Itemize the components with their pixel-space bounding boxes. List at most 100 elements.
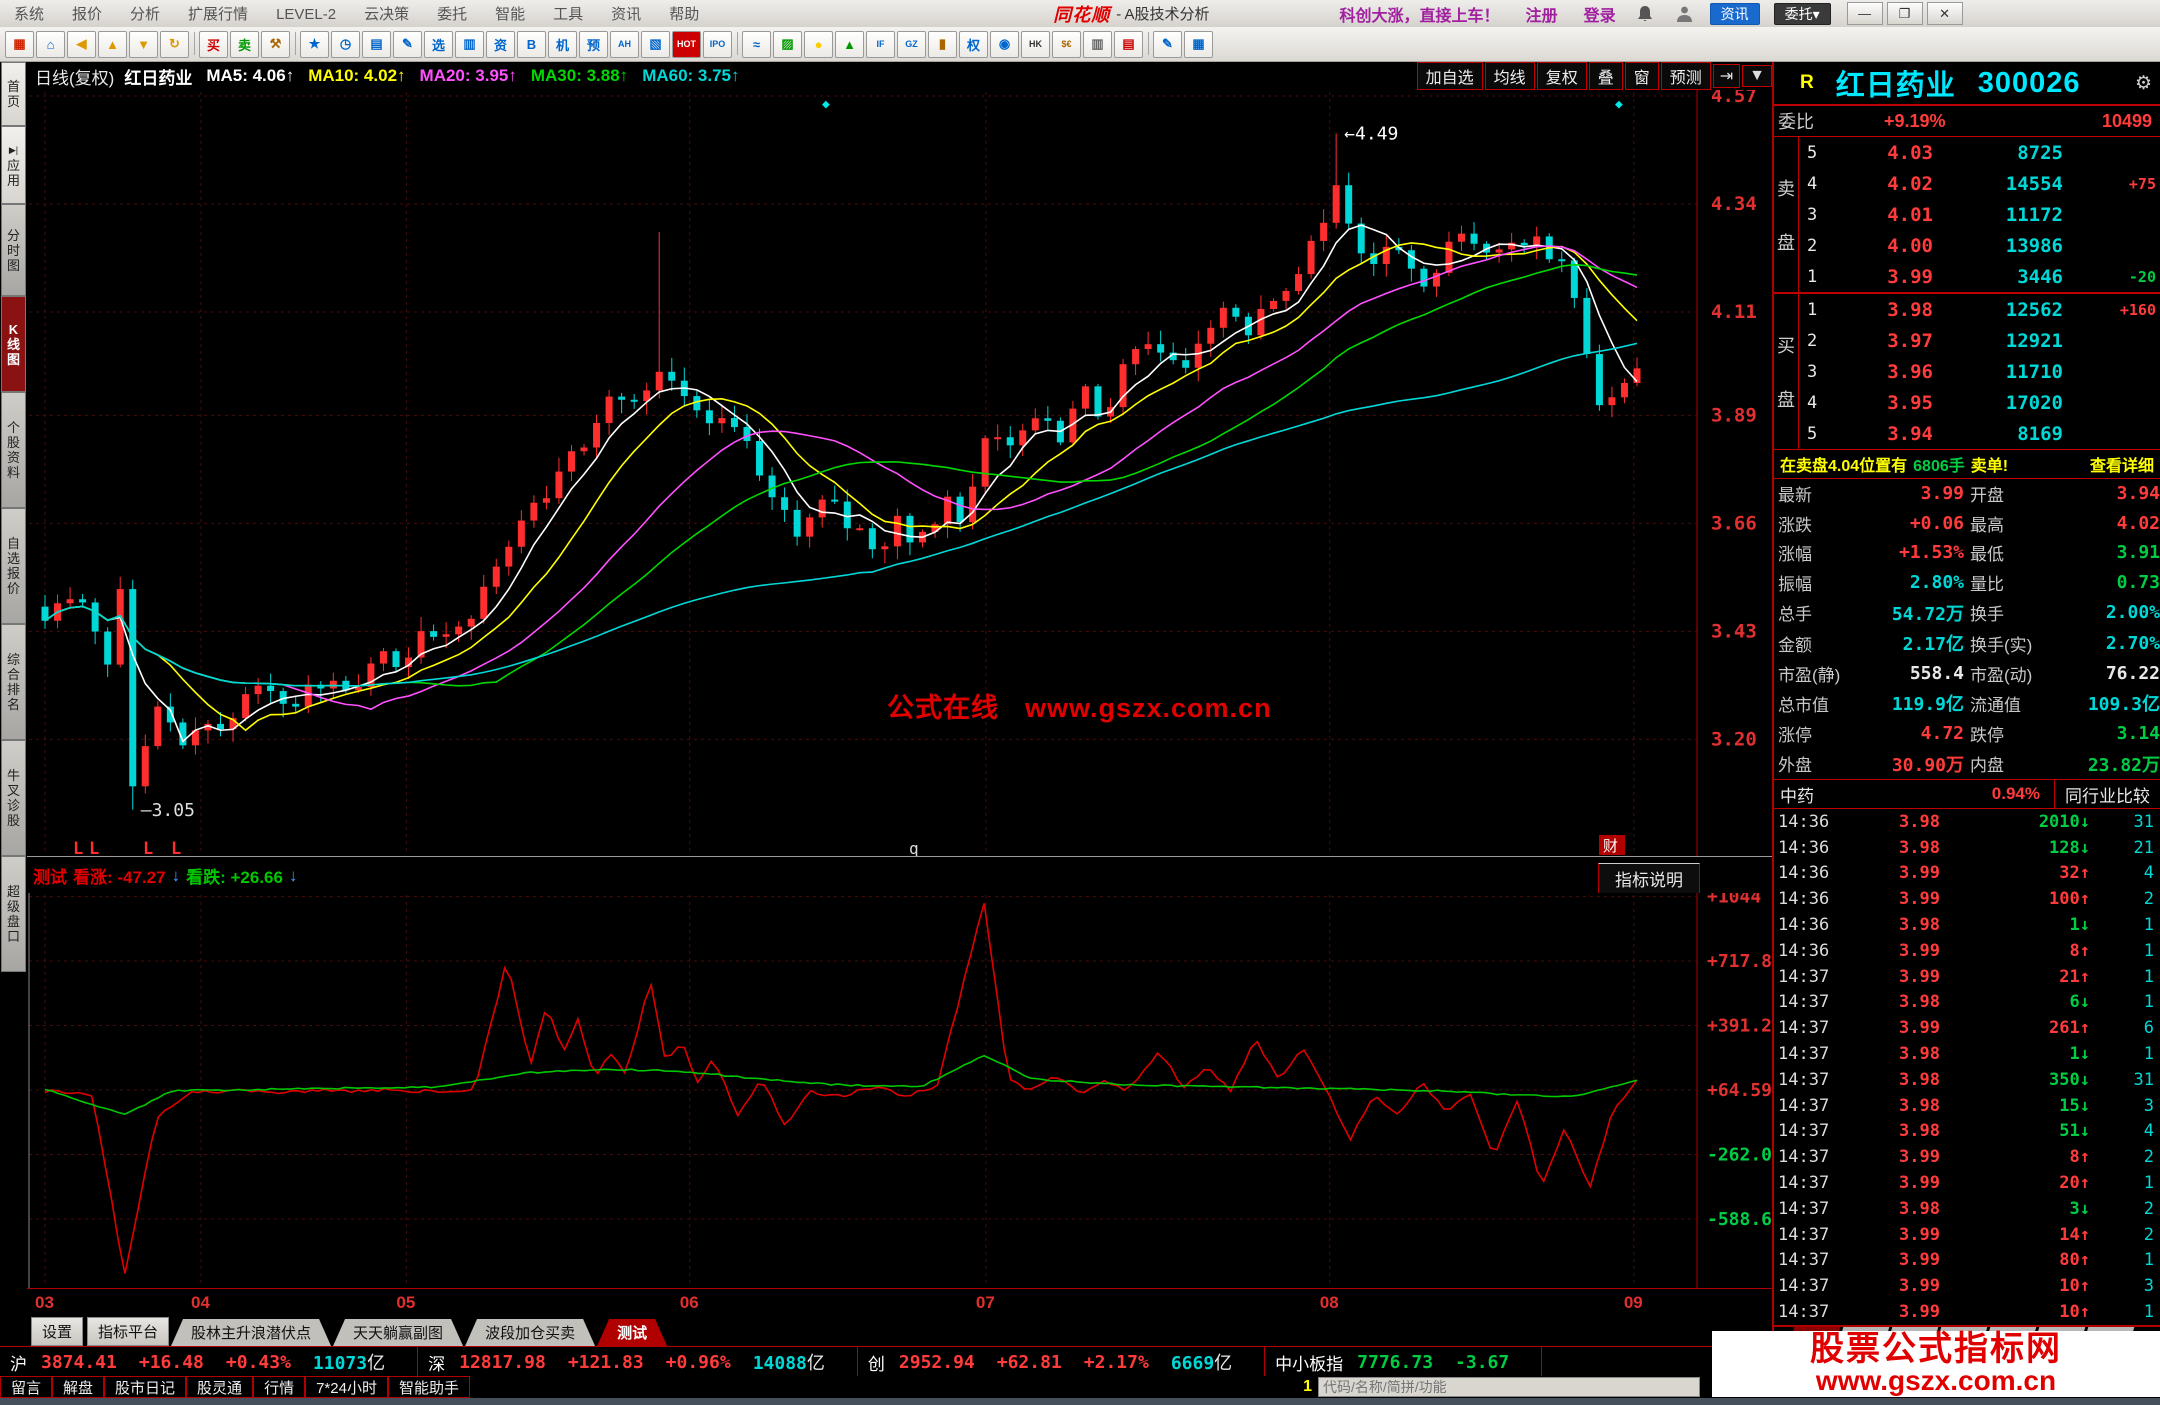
sidebar-item-自选报价[interactable]: 自选报价 <box>1 508 26 624</box>
sidebar-item-超级盘口[interactable]: 超级盘口 <box>1 856 26 972</box>
chart-button-均线[interactable]: 均线 <box>1484 62 1535 90</box>
trade-row[interactable]: 14:36 3.99 100↑ 2 <box>1774 886 2160 912</box>
down-icon[interactable]: ▼ <box>129 30 158 58</box>
mountain-icon[interactable]: ▲ <box>835 30 864 58</box>
trade-row[interactable]: 14:37 3.98 6↓ 1 <box>1774 990 2160 1016</box>
minimize-button[interactable]: — <box>1846 2 1883 25</box>
indicator-chart[interactable]: +1044 +717.8 +391.2 +64.59 -262.0 -588.6 <box>27 887 1772 1288</box>
menu-帮助[interactable]: 帮助 <box>655 6 713 23</box>
alert-detail-link[interactable]: 查看详细 <box>2090 452 2154 476</box>
trade-row[interactable]: 14:37 3.99 80↑ 1 <box>1774 1248 2160 1274</box>
menu-工具[interactable]: 工具 <box>539 6 597 23</box>
palette-icon[interactable]: ▦ <box>5 30 34 58</box>
gz-icon[interactable]: GZ <box>897 30 926 58</box>
select-icon[interactable]: 选 <box>424 30 453 58</box>
trade-row[interactable]: 14:36 3.98 128↓ 21 <box>1774 835 2160 861</box>
notification-bell-icon[interactable] <box>1634 4 1656 24</box>
report-icon[interactable]: ▤ <box>362 30 391 58</box>
buy-row[interactable]: 5 3.94 8169 <box>1799 418 2160 449</box>
indicator-tab-测试[interactable]: 测试 <box>597 1319 667 1346</box>
stock-search-input[interactable] <box>1318 1377 1700 1397</box>
indicator-tab-波段加仓买卖[interactable]: 波段加仓买卖 <box>465 1319 595 1346</box>
info-icon[interactable]: 资 <box>486 30 515 58</box>
menu-扩展行情[interactable]: 扩展行情 <box>174 6 262 23</box>
menu-分析[interactable]: 分析 <box>116 6 174 23</box>
gold-barrel-icon[interactable]: ▮ <box>928 30 957 58</box>
form-icon[interactable]: ▦ <box>1184 30 1213 58</box>
promo-link[interactable]: 科创大涨，直接上车！ <box>1340 2 1500 26</box>
menu-资讯[interactable]: 资讯 <box>597 6 655 23</box>
indicator-tab-设置[interactable]: 设置 <box>31 1317 84 1346</box>
if-icon[interactable]: IF <box>866 30 895 58</box>
indicator-help-button[interactable]: 指标说明 <box>1598 863 1700 894</box>
sell-row[interactable]: 4 4.02 14554 +75 <box>1799 168 2160 199</box>
close-button[interactable]: ✕ <box>1926 2 1963 25</box>
edit-icon[interactable]: ✎ <box>393 30 422 58</box>
news-icon[interactable]: ▧ <box>641 30 670 58</box>
buy-row[interactable]: 1 3.98 12562 +160 <box>1799 294 2160 325</box>
clock-icon[interactable]: ◷ <box>331 30 360 58</box>
machine-icon[interactable]: 机 <box>548 30 577 58</box>
dropdown-button[interactable]: ▼ <box>1742 65 1772 87</box>
trade-row[interactable]: 14:37 3.98 51↓ 4 <box>1774 1119 2160 1145</box>
sell-order-alert[interactable]: 在卖盘4.04位置有 6806手 卖单! 查看详细 <box>1774 449 2160 479</box>
globe-icon[interactable]: ◉ <box>990 30 1019 58</box>
sidebar-item-个股资料[interactable]: 个股资料 <box>1 392 26 508</box>
register-link[interactable]: 注册 <box>1526 2 1558 26</box>
restore-button[interactable]: ❐ <box>1886 2 1923 25</box>
trade-row[interactable]: 14:37 3.99 20↑ 1 <box>1774 1170 2160 1196</box>
sidebar-item-K线图[interactable]: K线图 <box>1 296 26 392</box>
chart-button-预测[interactable]: 预测 <box>1660 62 1711 90</box>
trade-row[interactable]: 14:36 3.98 2010↓ 31 <box>1774 809 2160 835</box>
gear-icon[interactable]: ⚙ <box>2135 72 2152 95</box>
chart-button-复权[interactable]: 复权 <box>1536 62 1587 90</box>
draw-icon[interactable]: ✎ <box>1153 30 1182 58</box>
footer-tab-留言[interactable]: 留言 <box>0 1376 53 1398</box>
trade-row[interactable]: 14:37 3.98 1↓ 1 <box>1774 1041 2160 1067</box>
footer-tab-股市日记[interactable]: 股市日记 <box>104 1376 187 1398</box>
menu-报价[interactable]: 报价 <box>58 6 116 23</box>
footer-tab-解盘[interactable]: 解盘 <box>52 1376 105 1398</box>
trade-row[interactable]: 14:37 3.99 261↑ 6 <box>1774 1015 2160 1041</box>
footer-tab-智能助手[interactable]: 智能助手 <box>387 1376 470 1398</box>
indicator-name[interactable]: 测试 <box>33 863 67 888</box>
trade-row[interactable]: 14:37 3.99 10↑ 3 <box>1774 1273 2160 1299</box>
sidebar-item-综合排名[interactable]: 综合排名 <box>1 624 26 740</box>
up-icon[interactable]: ▲ <box>98 30 127 58</box>
login-link[interactable]: 登录 <box>1584 2 1616 26</box>
sidebar-item-牛叉诊股[interactable]: 牛叉诊股 <box>1 740 26 856</box>
trade-row[interactable]: 14:37 3.98 350↓ 31 <box>1774 1067 2160 1093</box>
favorites-icon[interactable]: ★ <box>300 30 329 58</box>
trade-row[interactable]: 14:36 3.99 8↑ 1 <box>1774 938 2160 964</box>
sidebar-item-首页[interactable]: 首页 <box>1 62 26 126</box>
indicator-tab-指标平台[interactable]: 指标平台 <box>87 1317 170 1346</box>
user-avatar-icon[interactable] <box>1674 4 1696 24</box>
skip-button[interactable]: ⇥ <box>1712 64 1741 88</box>
sidebar-item-分时图[interactable]: 分时图 <box>1 204 26 296</box>
indicator-tab-股林主升浪潜伏点[interactable]: 股林主升浪潜伏点 <box>171 1319 331 1346</box>
currency-icon[interactable]: $€ <box>1052 30 1081 58</box>
menu-智能[interactable]: 智能 <box>481 6 539 23</box>
ipo-icon[interactable]: IPO <box>703 30 732 58</box>
trade-row[interactable]: 14:37 3.99 14↑ 2 <box>1774 1222 2160 1248</box>
index-沪[interactable]: 沪 3874.41 +16.48 +0.43% 11073亿 <box>0 1347 419 1377</box>
footer-tab-股灵通[interactable]: 股灵通 <box>186 1376 254 1398</box>
wave-icon[interactable]: ≈ <box>742 30 771 58</box>
buy-row[interactable]: 2 3.97 12921 <box>1799 325 2160 356</box>
forecast-icon[interactable]: 预 <box>579 30 608 58</box>
auction-icon[interactable]: ⚒ <box>261 30 290 58</box>
trade-row[interactable]: 14:37 3.99 8↑ 2 <box>1774 1144 2160 1170</box>
document-icon[interactable]: ▥ <box>455 30 484 58</box>
warrant-icon[interactable]: 权 <box>959 30 988 58</box>
menu-系统[interactable]: 系统 <box>0 6 58 23</box>
trade-row[interactable]: 14:37 3.99 10↑ 1 <box>1774 1299 2160 1325</box>
chart-button-加自选[interactable]: 加自选 <box>1416 62 1483 90</box>
trade-row[interactable]: 14:37 3.99 21↑ 1 <box>1774 964 2160 990</box>
refresh-icon[interactable]: ↻ <box>160 30 189 58</box>
trade-row[interactable]: 14:36 3.98 1↓ 1 <box>1774 912 2160 938</box>
footer-tab-7*24小时[interactable]: 7*24小时 <box>305 1376 388 1398</box>
index-中小板指[interactable]: 中小板指 7776.73 -3.67 <box>1265 1347 1543 1377</box>
menu-云决策[interactable]: 云决策 <box>350 6 423 23</box>
hk-icon[interactable]: HK <box>1021 30 1050 58</box>
index-深[interactable]: 深 12817.98 +121.83 +0.96% 14088亿 <box>418 1347 858 1377</box>
